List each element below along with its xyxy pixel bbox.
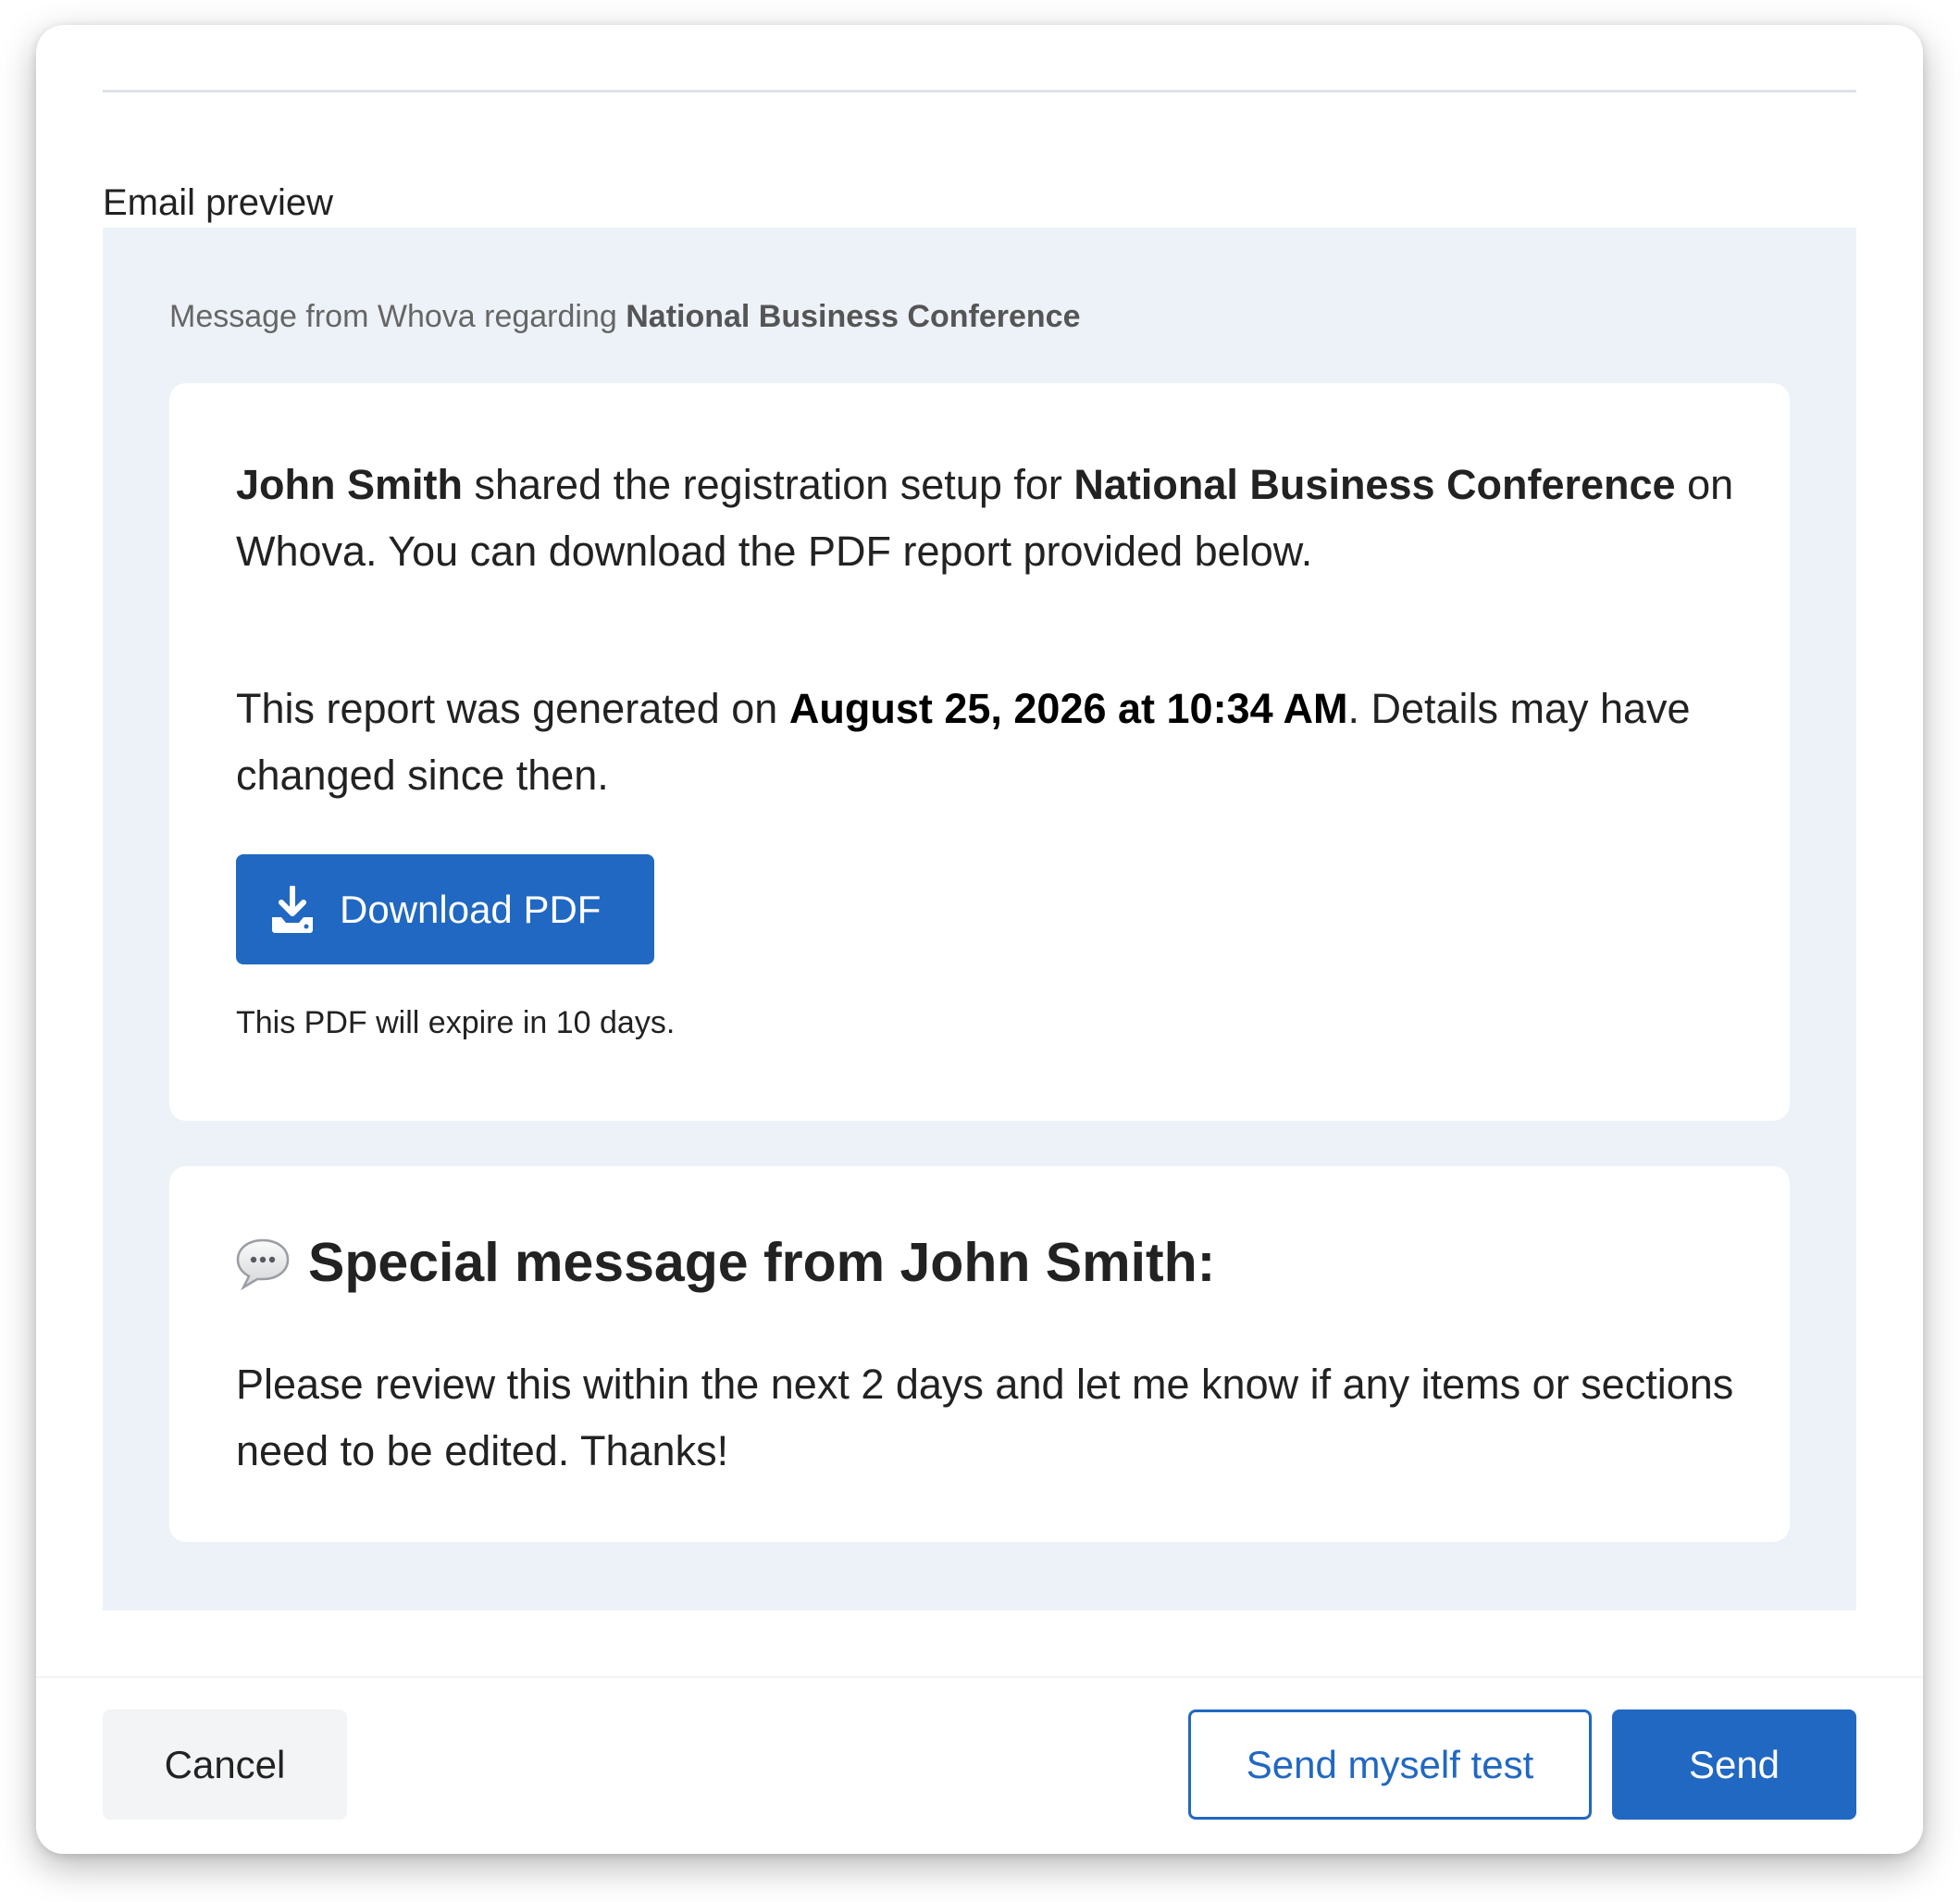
download-pdf-button[interactable]: Download PDF <box>236 854 654 964</box>
report-card: John Smith shared the registration setup… <box>169 383 1790 1121</box>
from-prefix: Message from Whova regarding <box>169 299 617 334</box>
section-title: Email preview <box>103 182 333 223</box>
sender-name: John Smith <box>236 461 463 508</box>
expire-note: This PDF will expire in 10 days. <box>236 1005 676 1040</box>
send-button[interactable]: Send <box>1612 1709 1856 1820</box>
intro-middle: shared the registration setup for <box>474 461 1062 508</box>
generated-prefix: This report was generated on <box>236 685 778 732</box>
special-message-card: Special message from John Smith: Please … <box>169 1166 1790 1542</box>
special-message-heading: Special message from John Smith: <box>234 1236 1215 1290</box>
send-test-button[interactable]: Send myself test <box>1188 1709 1592 1820</box>
speech-bubble-icon <box>234 1237 292 1290</box>
download-icon <box>269 884 316 934</box>
cancel-button[interactable]: Cancel <box>103 1709 347 1820</box>
special-message-title: Special message from John Smith: <box>308 1232 1216 1293</box>
email-preview-dialog: Email preview Message from Whova regardi… <box>36 25 1923 1854</box>
report-event-name: National Business Conference <box>1073 461 1676 508</box>
download-pdf-label: Download PDF <box>340 887 602 931</box>
from-event-name: National Business Conference <box>626 299 1081 334</box>
generated-timestamp: August 25, 2026 at 10:34 AM <box>788 685 1348 732</box>
email-preview-panel: Message from Whova regarding National Bu… <box>103 228 1856 1610</box>
top-divider <box>103 90 1856 93</box>
report-intro-text: John Smith shared the registration setup… <box>236 452 1735 585</box>
report-generated-text: This report was generated on August 25, … <box>236 676 1735 809</box>
email-from-line: Message from Whova regarding National Bu… <box>169 301 1080 332</box>
special-message-body: Please review this within the next 2 day… <box>236 1361 1734 1474</box>
